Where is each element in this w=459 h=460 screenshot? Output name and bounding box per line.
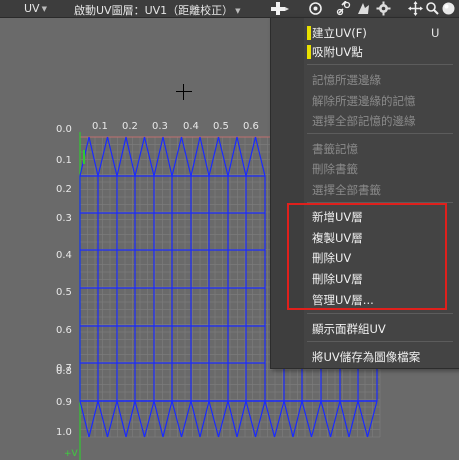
menu-item-4: 選擇全部記憶的邊緣 (312, 114, 416, 128)
mesh-edge (88, 400, 99, 438)
mesh-edge (171, 400, 183, 438)
mesh-edge (208, 136, 220, 177)
menu-item-5: 書籤記憶 (312, 142, 358, 156)
v-tick-label: 0.8 (56, 366, 72, 377)
v-tick-label: 0.9 (56, 397, 72, 408)
u-tick-label: 0.0 (56, 124, 72, 135)
active-uv-layer-label: 啟動UV圖層：UV1（距離校正） (74, 4, 234, 17)
mesh-edge (264, 400, 276, 438)
crosshair-cursor (176, 84, 192, 100)
menu-separator (307, 341, 453, 342)
v-axis-label: +V (64, 449, 78, 459)
highlight-annotation (287, 203, 447, 310)
menu-item-6: 刪除書籤 (312, 162, 358, 176)
mesh-edge (217, 400, 229, 438)
menu-icon-strip (271, 18, 304, 368)
chevron-down-icon: ▼ (41, 5, 47, 13)
menu-item-0[interactable]: 建立UV(F) (312, 24, 367, 42)
v-tick-label: 0.4 (56, 250, 72, 261)
mesh-edge (301, 400, 313, 438)
mesh-edge (227, 400, 238, 438)
mesh-edge (125, 400, 136, 438)
mesh-edge (310, 400, 322, 438)
mesh-edge (162, 400, 173, 438)
u-tick-label: 0.4 (183, 121, 199, 132)
brush-tool-icon[interactable] (270, 1, 290, 16)
mesh-edge (171, 136, 183, 177)
mesh-edge (217, 136, 229, 177)
menu-item-13[interactable]: 顯示面群組UV (312, 320, 386, 338)
active-uv-layer-dropdown[interactable]: 啟動UV圖層：UV1（距離校正） ▼ (74, 2, 241, 18)
gear-icon[interactable] (376, 1, 391, 16)
v-tick-label: 0.6 (56, 325, 72, 336)
uv-menu-button[interactable]: UV ▼ (24, 2, 47, 15)
mesh-edge (88, 136, 99, 177)
mesh-edge (245, 400, 257, 438)
menu-shortcut: U (431, 26, 440, 40)
mesh-edge (180, 136, 192, 177)
menu-separator (307, 64, 453, 65)
uv-menu-label: UV (24, 2, 40, 15)
u-tick-label: 0.5 (213, 121, 229, 132)
mesh-edge (153, 136, 164, 177)
v-tick-label: 0.3 (56, 213, 72, 224)
v-tick-label: 0.2 (56, 184, 72, 195)
menu-item-3: 解除所選邊緣的記憶 (312, 94, 416, 108)
search-icon[interactable] (425, 1, 440, 16)
menu-separator (307, 313, 453, 314)
transform-icon[interactable] (356, 1, 371, 16)
u-tick-label: 0.1 (92, 121, 108, 132)
target-icon[interactable] (308, 1, 323, 16)
mesh-edge (227, 136, 238, 177)
menu-item-7: 選擇全部書籤 (312, 183, 381, 197)
mesh-edge (143, 136, 155, 177)
menu-item-2: 記憶所選邊緣 (312, 73, 381, 87)
mesh-edge (357, 400, 369, 438)
link-icon[interactable] (336, 1, 351, 16)
mesh-edge (125, 136, 136, 177)
mesh-edge (320, 400, 332, 438)
uv-context-menu: 建立UV(F) U 吸附UV點記憶所選邊緣解除所選邊緣的記憶 選擇全部記憶的邊緣 書籤記… (270, 17, 459, 369)
active-marker (307, 45, 311, 59)
top-toolbar: UV ▼ 啟動UV圖層：UV1（距離校正） ▼ (0, 0, 459, 18)
mesh-edge (143, 400, 155, 438)
menu-item-1[interactable]: 吸附UV點 (312, 43, 363, 61)
mesh-edge (153, 400, 164, 438)
u-tick-label: 0.6 (243, 121, 259, 132)
mesh-edge (162, 136, 173, 177)
mesh-edge (180, 400, 192, 438)
u-tick-label: 0.3 (152, 121, 168, 132)
v-tick-label: 0.1 (56, 155, 72, 166)
mesh-edge (339, 400, 350, 438)
active-marker (307, 26, 311, 40)
menu-item-14[interactable]: 將UV儲存為圖像檔案 (312, 348, 420, 366)
v-tick-label: 0.5 (56, 287, 72, 298)
move-icon[interactable] (408, 1, 423, 16)
menu-separator (307, 133, 453, 134)
u-tick-label: 0.2 (122, 121, 138, 132)
mesh-edge (106, 400, 118, 438)
mesh-edge (208, 400, 220, 438)
chevron-down-icon: ▼ (235, 7, 241, 15)
mesh-edge (106, 136, 118, 177)
mesh-edge (245, 136, 257, 177)
v-tick-label: 1.0 (56, 427, 72, 438)
sphere-icon[interactable] (441, 1, 456, 16)
mesh-edge (283, 400, 294, 438)
